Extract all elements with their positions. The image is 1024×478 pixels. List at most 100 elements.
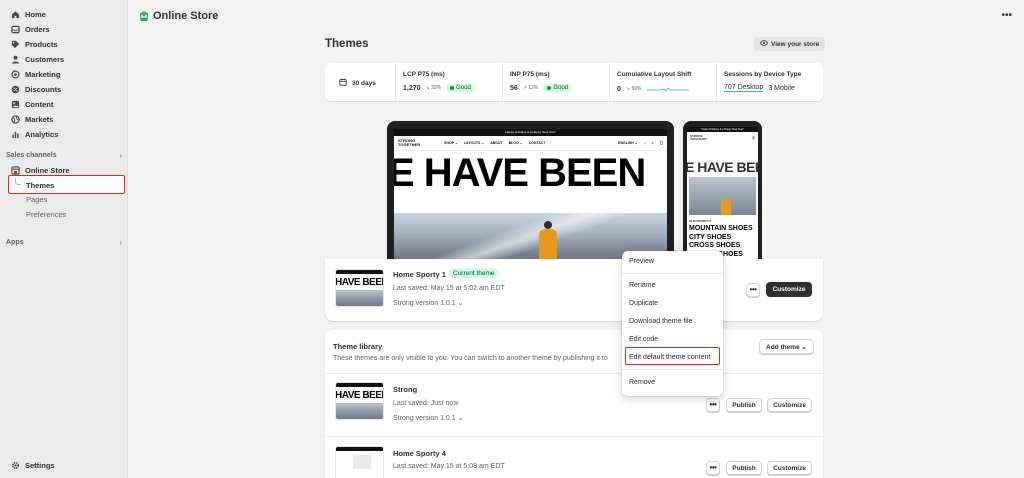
- divider: [622, 369, 723, 370]
- sidebar-item-label: Customers: [25, 55, 65, 64]
- more-actions-button[interactable]: •••: [706, 398, 720, 412]
- search-icon: ⌕: [651, 141, 654, 145]
- sales-channels-section[interactable]: Sales channels ›: [6, 151, 122, 160]
- metric-inp[interactable]: INP P75 (ms) 56 ↗ 12% Good: [502, 63, 609, 101]
- app-title: Online Store: [139, 10, 218, 22]
- menu-item-download[interactable]: Download theme file: [629, 318, 692, 325]
- sidebar-item-markets[interactable]: Markets: [11, 113, 53, 126]
- menu-item-duplicate[interactable]: Duplicate: [629, 300, 658, 307]
- current-theme-row: HAVE BEEN L Home Sporty 1 Current theme …: [325, 259, 823, 321]
- metric-label: Sessions by Device Type: [724, 71, 802, 78]
- sidebar-item-label: Discounts: [25, 85, 62, 94]
- app-title-text: Online Store: [153, 10, 219, 22]
- theme-name: Home Sporty 1: [393, 270, 446, 279]
- sidebar-item-analytics[interactable]: Analytics: [11, 128, 58, 141]
- sidebar-item-label: Settings: [25, 461, 55, 470]
- menu-item-rename[interactable]: Rename: [629, 282, 655, 289]
- sidebar-item-products[interactable]: Products: [11, 38, 58, 51]
- metrics-bar: 30 days LCP P75 (ms) 1,270 ↘ 32% Good IN…: [325, 63, 823, 101]
- sidebar-item-label: Marketing: [25, 70, 61, 79]
- divider: [325, 436, 823, 437]
- apps-section[interactable]: Apps ›: [6, 238, 122, 247]
- theme-name: Strong: [393, 385, 418, 394]
- sidebar-item-orders[interactable]: Orders: [11, 23, 50, 36]
- menu-item-remove[interactable]: Remove: [629, 379, 655, 386]
- menu-item-edit-code[interactable]: Edit code: [629, 336, 658, 343]
- more-actions-button[interactable]: •••: [746, 283, 760, 297]
- customize-button[interactable]: Customize: [766, 282, 812, 297]
- store-icon: [11, 166, 20, 175]
- tag-icon: [11, 40, 20, 49]
- customize-button[interactable]: Customize: [767, 461, 812, 475]
- theme-name: Home Sporty 4: [393, 449, 446, 458]
- metric-cls[interactable]: Cumulative Layout Shift 0 ↘ 50%: [609, 63, 716, 101]
- sidebar-item-label: Home: [25, 10, 46, 19]
- sidebar-item-customers[interactable]: Customers: [11, 53, 64, 66]
- sidebar-item-label: Online Store: [25, 166, 70, 175]
- status-badge: Good: [543, 84, 573, 92]
- view-store-label: View your store: [771, 40, 820, 48]
- sidebar-item-label: Analytics: [25, 130, 59, 139]
- hero-heading: E HAVE BEEN: [394, 151, 646, 195]
- sidebar-item-label: Markets: [25, 115, 54, 124]
- sales-channels-label: Sales channels: [6, 152, 57, 159]
- theme-version-dropdown[interactable]: Strong version 1.0.1 ⌄: [393, 414, 463, 422]
- sidebar-item-marketing[interactable]: Marketing: [11, 68, 60, 81]
- sidebar-item-discounts[interactable]: Discounts: [11, 83, 61, 96]
- tree-connector: [15, 178, 21, 185]
- sidebar-item-settings[interactable]: Settings: [11, 459, 55, 472]
- sidebar-item-preferences[interactable]: Preferences: [26, 210, 66, 219]
- sidebar-item-content[interactable]: Content: [11, 98, 53, 111]
- page-title: Themes: [325, 38, 369, 50]
- site-nav-item: CONTACT: [528, 141, 546, 145]
- hero-heading: E HAVE BEEN: [687, 159, 758, 175]
- metric-sessions[interactable]: Sessions by Device Type 707 Desktop 3 Mo…: [716, 63, 823, 101]
- last-saved: Last saved: Just now: [393, 400, 459, 407]
- theme-actions-menu: Preview Rename Duplicate Download theme …: [622, 251, 723, 396]
- sidebar-item-themes[interactable]: Themes: [8, 175, 125, 194]
- person-icon: ○: [643, 141, 646, 145]
- current-theme-badge: Current theme: [449, 268, 499, 278]
- customize-button[interactable]: Customize: [767, 398, 812, 412]
- site-logo: STRONG TOGETHER: [398, 138, 421, 147]
- add-theme-button[interactable]: Add theme ⌄: [759, 339, 814, 354]
- last-saved: Last saved: May 15 at 5:08 am EDT: [393, 463, 505, 470]
- content-icon: [11, 100, 20, 109]
- library-description: These themes are only visible to you. Yo…: [333, 355, 608, 362]
- sidebar-item-pages[interactable]: Pages: [26, 195, 47, 204]
- site-nav-item: SHOP ⌄: [444, 141, 458, 145]
- sessions-desktop: 707 Desktop: [724, 84, 764, 92]
- publish-button[interactable]: Publish: [726, 398, 762, 412]
- more-actions-icon[interactable]: •••: [1001, 10, 1012, 21]
- metric-change: ↘ 50%: [625, 86, 642, 92]
- metric-lcp[interactable]: LCP P75 (ms) 1,270 ↘ 32% Good: [395, 63, 502, 101]
- publish-button[interactable]: Publish: [726, 461, 762, 475]
- sidebar-item-home[interactable]: Home: [11, 8, 46, 21]
- more-actions-button[interactable]: •••: [706, 461, 720, 475]
- menu-item-preview[interactable]: Preview: [629, 258, 654, 265]
- sidebar-item-label: Content: [25, 100, 54, 109]
- eye-icon: [759, 40, 769, 48]
- language-selector: ENGLISH ⌄: [618, 141, 638, 145]
- calendar-icon: [339, 78, 347, 88]
- view-store-button[interactable]: View your store: [754, 37, 826, 51]
- site-nav: STRONG TOGETHER SHOP ⌄ LAYOUTS ⌄ ABOUT BL…: [394, 136, 667, 151]
- globe-icon: [11, 115, 20, 124]
- site-nav-item: ABOUT: [490, 141, 503, 145]
- status-badge: Good: [446, 84, 475, 92]
- chevron-right-icon: ›: [119, 238, 122, 247]
- metric-value: 1,270: [403, 84, 421, 92]
- date-range-label: 30 days: [352, 79, 376, 87]
- top-bar: Online Store •••: [128, 0, 1024, 32]
- mobile-nav: STRONG TOGETHER ☰: [687, 132, 758, 144]
- theme-version-dropdown[interactable]: Strong version 1.0.1 ⌄: [393, 299, 463, 307]
- metric-value: 56: [510, 84, 518, 92]
- sidebar-item-label: Orders: [25, 25, 50, 34]
- theme-preview: Happy Holidays & a Happy New Year! STRON…: [325, 110, 823, 259]
- status-dot-icon: [547, 86, 552, 90]
- date-range-selector[interactable]: 30 days: [325, 63, 395, 101]
- mobile-preview: Happy Holidays & a Happy New Year! STRON…: [683, 121, 762, 259]
- online-store-logo-icon: [139, 10, 149, 22]
- site-nav-item: BLOG ⌄: [508, 141, 523, 145]
- section-label: OUR PRODUCT: [689, 219, 712, 223]
